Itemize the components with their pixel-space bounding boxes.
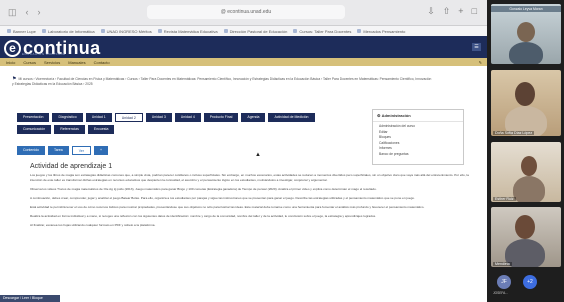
course-tabs: Presentación Diagnóstico Unidad 1 Unidad 2U… xyxy=(17,113,337,134)
back-arrow-icon[interactable]: ‹ xyxy=(26,7,29,18)
tabs-overview-icon[interactable]: □ xyxy=(472,6,477,17)
bookmark-icon xyxy=(41,29,46,33)
bookmark[interactable]: Laboratorio de Informática xyxy=(41,29,95,34)
menu-item[interactable]: Manuales xyxy=(68,60,85,65)
menu-item[interactable]: Servicios xyxy=(44,60,60,65)
site-header: e continua EDUCACIÓN CONTINUA ☰ xyxy=(0,36,487,58)
paragraph: Al finalizar, escanea tus hojas utilizan… xyxy=(30,223,156,227)
course-tab[interactable]: Producto Final xyxy=(203,113,239,122)
paragraph: Realiza la actividad en forma individual… xyxy=(30,214,377,218)
paragraph: Los juegos y los libros de magia son est… xyxy=(30,173,469,182)
forward-arrow-icon[interactable]: › xyxy=(38,7,41,18)
download-icon[interactable]: ⇩ xyxy=(427,6,435,17)
paragraph: Está actividad te permitirá tener el uso… xyxy=(30,205,425,209)
activity-description: Los juegos y los libros de magia son est… xyxy=(30,173,474,232)
bookmarks-bar: Banner Lupe Laboratorio de Informática U… xyxy=(0,26,487,36)
bookmark[interactable]: Dirección Pastoral de Educación xyxy=(223,29,287,34)
participant-tile[interactable]: Gonzalo Leyva Moran xyxy=(491,4,561,64)
settings-icon: ⚙ xyxy=(377,113,381,118)
paragraph: A continuación, debes crear, comprender,… xyxy=(30,196,415,200)
bookmark-icon xyxy=(157,29,162,33)
admin-title: ⚙ Administración xyxy=(373,110,463,122)
participant-tile[interactable]: Esther Ruiz xyxy=(491,142,561,202)
call-controls: JF JOSEFA... +2 xyxy=(491,272,561,298)
bookmark-icon xyxy=(223,29,228,33)
bookmark[interactable]: Cursos: Taller Para Docentes xyxy=(293,29,351,34)
course-tab[interactable]: Referencias xyxy=(54,125,85,134)
status-bar: Descargar / Leer / Bloque xyxy=(0,295,60,302)
section-subtab[interactable]: Ver xyxy=(71,146,91,155)
participant-video xyxy=(515,82,535,106)
breadcrumb-text[interactable]: Mi cursos › Vicerrectoría › Facultad de … xyxy=(12,77,431,86)
bookmark[interactable]: Revista Matemática Educativa xyxy=(157,29,218,34)
breadcrumb: ⚑ Mi cursos › Vicerrectoría › Facultad de… xyxy=(12,77,432,87)
section-subtab[interactable]: Contenido xyxy=(17,146,45,155)
participant-tile[interactable]: Mendieta xyxy=(491,207,561,267)
bookmark-icon xyxy=(293,29,298,33)
bookmark[interactable]: UNAD INGRESO Méritos xyxy=(100,29,152,34)
more-participants-button[interactable]: +2 xyxy=(523,275,537,289)
participant-name: Gonzalo Leyva Moran xyxy=(491,6,561,12)
course-content: ⚑ Mi cursos › Vicerrectoría › Facultad de… xyxy=(0,66,487,302)
logo-subtitle: EDUCACIÓN CONTINUA xyxy=(22,52,66,56)
section-subtab[interactable]: Tarea xyxy=(47,146,69,155)
participant-video xyxy=(517,22,535,42)
bookmark-icon xyxy=(100,29,105,33)
admin-list: Administración del curso Editar Bloques Cal… xyxy=(373,122,463,159)
participant-body xyxy=(513,176,545,202)
section-subtab[interactable]: + xyxy=(94,146,109,155)
menu-item[interactable]: Inicio xyxy=(6,60,15,65)
new-tab-icon[interactable]: + xyxy=(458,6,463,17)
admin-block: ⚙ Administración Administración del curs… xyxy=(372,109,464,165)
browser-actions: ⇩ ⇧ + □ xyxy=(427,6,477,17)
share-icon[interactable]: ⇧ xyxy=(443,6,451,17)
edit-icon[interactable]: ✎ xyxy=(479,60,482,65)
logo-mark: e xyxy=(4,40,21,57)
bookmark[interactable]: Banner Lupe xyxy=(7,29,36,34)
participant-video xyxy=(515,215,535,239)
browser-nav: ◫ ‹ › xyxy=(8,7,41,18)
participant-name: Doña Sofía Díaz López xyxy=(493,131,535,135)
screen: ◫ ‹ › @ econtinua.unad.edu ⇩ ⇧ + □ Banne… xyxy=(0,0,564,302)
sidebar-toggle-icon[interactable]: ◫ xyxy=(8,7,17,18)
course-tab[interactable]: Unidad 4 xyxy=(174,113,201,122)
course-tab[interactable]: Comunicación xyxy=(17,125,52,134)
menu-item[interactable]: Contacto xyxy=(94,60,110,65)
self-avatar[interactable]: JF xyxy=(497,275,511,289)
self-name: JOSEFA... xyxy=(493,291,508,295)
browser-toolbar: ◫ ‹ › @ econtinua.unad.edu ⇩ ⇧ + □ xyxy=(0,0,487,26)
participant-name: Esther Ruiz xyxy=(493,197,516,201)
bookmark-icon xyxy=(357,29,362,33)
mouse-pointer-icon: ▲ xyxy=(255,152,261,158)
participant-video xyxy=(521,156,537,176)
section-subtabs: Contenido Tarea Ver + xyxy=(17,146,109,155)
activity-title: Actividad de aprendizaje 1 xyxy=(30,163,113,170)
participant-tile[interactable]: Doña Sofía Díaz López xyxy=(491,70,561,136)
course-tab[interactable]: Agenda xyxy=(241,113,266,122)
course-tab[interactable]: Unidad 3 xyxy=(145,113,172,122)
course-tab[interactable]: Actividad de Medición xyxy=(268,113,315,122)
admin-item[interactable]: Banco de preguntas xyxy=(379,152,457,158)
menu-item[interactable]: Cursos xyxy=(23,60,36,65)
course-tab[interactable]: Diagnóstico xyxy=(52,113,83,122)
user-menu-icon[interactable]: ☰ xyxy=(472,43,481,51)
course-tab[interactable]: Unidad 1 xyxy=(85,113,112,122)
course-tab[interactable]: Encuesta xyxy=(87,125,115,134)
participant-name: Mendieta xyxy=(493,262,512,266)
address-bar[interactable]: @ econtinua.unad.edu xyxy=(147,5,345,19)
video-call-panel: Gonzalo Leyva Moran Doña Sofía Díaz Lópe… xyxy=(487,0,564,302)
bookmark-icon xyxy=(7,29,11,33)
participant-body xyxy=(509,42,543,64)
paragraph: Observa los videos Trucos de magia matem… xyxy=(30,187,377,191)
bookmark[interactable]: Mercados Pensamiento xyxy=(357,29,405,34)
course-tab[interactable]: Unidad 2 xyxy=(114,113,143,122)
course-tab[interactable]: Presentación xyxy=(17,113,50,122)
site-menu: Inicio Cursos Servicios Manuales Contact… xyxy=(0,58,487,66)
